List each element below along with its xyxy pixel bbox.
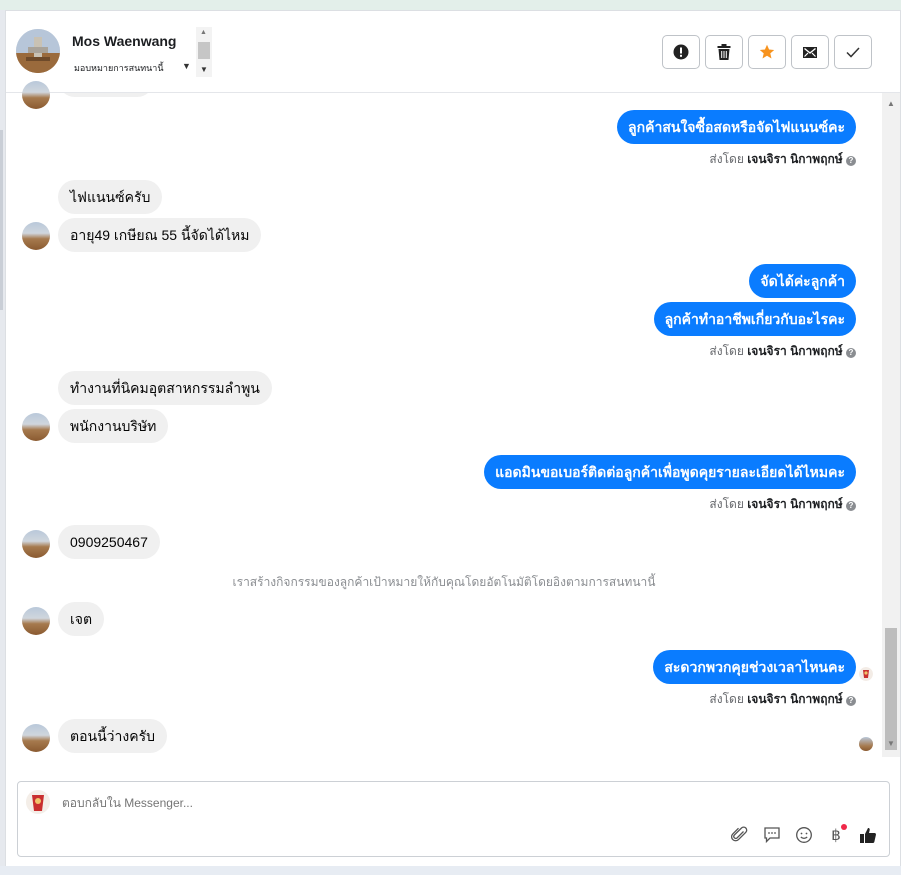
saved-replies-button[interactable] xyxy=(761,824,783,846)
customer-read-avatar xyxy=(859,737,873,751)
help-icon[interactable]: ? xyxy=(846,501,856,511)
scroll-thumb[interactable] xyxy=(885,628,897,750)
message-incoming: 0909250467 xyxy=(58,525,160,559)
agent-name: เจนจิรา นิกาพฤกษ์ xyxy=(747,497,843,511)
customer-avatar xyxy=(22,724,50,752)
message-incoming: อายุ49 เกษียณ 55 นี้จัดได้ไหม xyxy=(58,218,262,252)
sent-by-label: ส่งโดย เจนจิรา นิกาพฤกษ์ ? xyxy=(709,690,856,709)
messages-scrollbar[interactable]: ▲ ▼ xyxy=(882,93,900,757)
customer-avatar xyxy=(22,222,50,250)
bottom-strip xyxy=(0,866,901,875)
scroll-down-icon[interactable]: ▼ xyxy=(887,739,895,748)
sent-by-prefix: ส่งโดย xyxy=(709,497,744,511)
sent-by-prefix: ส่งโดย xyxy=(709,692,744,706)
customer-avatar xyxy=(22,607,50,635)
help-icon[interactable]: ? xyxy=(846,348,856,358)
reply-composer: ฿ xyxy=(17,781,890,857)
notification-dot xyxy=(841,824,847,830)
envelope-icon xyxy=(803,47,817,58)
scroll-thumb[interactable] xyxy=(198,42,210,59)
message-incoming: ไฟแนนซ์ครับ xyxy=(58,180,163,214)
conversation-header: Mos Waenwang มอบหมายการสนทนานี้ ▼ ▲ ▼ xyxy=(6,11,900,93)
agent-name: เจนจิรา นิกาพฤกษ์ xyxy=(747,692,843,706)
sent-by-label: ส่งโดย เจนจิรา นิกาพฤกษ์ ? xyxy=(709,342,856,361)
message-outgoing: ลูกค้าสนใจซื้อสดหรือจัดไฟแนนซ์คะ xyxy=(617,110,856,144)
star-button[interactable] xyxy=(748,35,786,69)
assign-conversation-label[interactable]: มอบหมายการสนทนานี้ xyxy=(74,61,164,75)
chat-bubble-icon xyxy=(764,827,780,844)
sent-by-prefix: ส่งโดย xyxy=(709,152,744,166)
top-strip xyxy=(0,0,901,10)
message-incoming: เจต xyxy=(58,602,105,636)
scroll-down-icon[interactable]: ▼ xyxy=(200,65,208,74)
message-outgoing: จัดได้ค่ะลูกค้า xyxy=(749,264,856,298)
emoji-button[interactable] xyxy=(793,824,815,846)
sent-by-label: ส่งโดย เจนจิรา นิกาพฤกษ์ ? xyxy=(709,495,856,514)
customer-avatar xyxy=(22,81,50,109)
help-icon[interactable]: ? xyxy=(846,156,856,166)
report-button[interactable] xyxy=(662,35,700,69)
scroll-up-icon[interactable]: ▲ xyxy=(200,29,207,36)
star-icon xyxy=(759,44,775,59)
mark-unread-button[interactable] xyxy=(791,35,829,69)
paperclip-icon xyxy=(731,826,748,842)
conversation-panel: Mos Waenwang มอบหมายการสนทนานี้ ▼ ▲ ▼ ลู… xyxy=(5,10,901,868)
help-icon[interactable]: ? xyxy=(846,696,856,706)
payment-button[interactable]: ฿ xyxy=(825,824,847,846)
sent-by-prefix: ส่งโดย xyxy=(709,344,744,358)
thumbs-up-icon xyxy=(860,828,876,843)
message-incoming: พนักงานบริษัท xyxy=(58,409,169,443)
trash-icon xyxy=(717,44,731,60)
assign-scrollbar[interactable]: ▲ ▼ xyxy=(196,27,212,77)
reply-input[interactable] xyxy=(62,796,662,810)
composer-toolbar: ฿ xyxy=(729,824,879,846)
delete-button[interactable] xyxy=(705,35,743,69)
caret-down-icon[interactable]: ▼ xyxy=(182,61,191,71)
like-button[interactable] xyxy=(857,824,879,846)
agent-read-avatar xyxy=(859,667,873,681)
agent-avatar xyxy=(26,790,50,814)
contact-avatar[interactable] xyxy=(16,29,60,73)
message-incoming: ตอนนี้ว่างครับ xyxy=(58,719,167,753)
message-outgoing: ลูกค้าทำอาชีพเกี่ยวกับอะไรคะ xyxy=(653,302,856,336)
done-button[interactable] xyxy=(834,35,872,69)
baht-icon: ฿ xyxy=(831,827,841,844)
message-outgoing: แอดมินขอเบอร์ติดต่อลูกค้าเพื่อพูดคุยรายล… xyxy=(484,455,856,489)
customer-avatar xyxy=(22,530,50,558)
exclamation-circle-icon xyxy=(673,44,689,60)
agent-name: เจนจิรา นิกาพฤกษ์ xyxy=(747,152,843,166)
attachment-button[interactable] xyxy=(729,824,751,846)
contact-name[interactable]: Mos Waenwang xyxy=(72,33,177,49)
smiley-icon xyxy=(796,827,812,843)
sent-by-label: ส่งโดย เจนจิรา นิกาพฤกษ์ ? xyxy=(709,150,856,169)
message-incoming: ทำงานที่นิคมอุตสาหกรรมลำพูน xyxy=(58,371,272,405)
check-icon xyxy=(846,47,860,58)
customer-avatar xyxy=(22,413,50,441)
scroll-up-icon[interactable]: ▲ xyxy=(887,99,895,108)
message-outgoing: สะดวกพวกคุยช่วงเวลาไหนคะ xyxy=(653,650,856,684)
agent-name: เจนจิรา นิกาพฤกษ์ xyxy=(747,344,843,358)
auto-activity-notice: เราสร้างกิจกรรมของลูกค้าเป้าหมายให้กับคุ… xyxy=(232,575,656,589)
